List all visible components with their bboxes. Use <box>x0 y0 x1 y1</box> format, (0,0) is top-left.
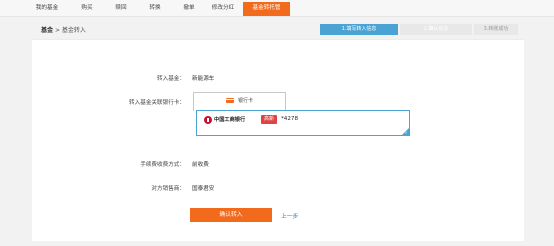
bank-card-option[interactable]: 中国工商银行 高新 *4278 ✓ <box>196 110 410 136</box>
fee-value: 前收费 <box>192 162 209 168</box>
top-navigation: 我的基金 购买 赎回 转换 撤单 修改分红 基金转托管 <box>0 0 554 17</box>
card-label: 转入基金关联银行卡： <box>129 100 185 106</box>
tab-redeem[interactable]: 赎回 <box>106 3 136 16</box>
fee-label: 手续费收费方式： <box>140 162 185 168</box>
breadcrumb: 基金 > 基金转入 <box>41 25 86 34</box>
tab-fund-transfer-custody[interactable]: 基金转托管 <box>243 2 290 16</box>
seller-value: 国泰君安 <box>192 186 215 192</box>
breadcrumb-current: 基金转入 <box>61 27 86 34</box>
bank-card-icon <box>226 98 234 103</box>
fund-value: 新能源车 <box>192 76 215 82</box>
bank-card-tab[interactable]: 银行卡 <box>193 92 286 111</box>
checkmark-icon: ✓ <box>404 130 408 135</box>
breadcrumb-home[interactable]: 基金 <box>41 27 53 34</box>
bank-name: 中国工商银行 <box>214 117 246 123</box>
previous-step-link[interactable]: 上一步 <box>281 211 298 220</box>
confirm-transfer-button[interactable]: 确认转入 <box>190 208 272 222</box>
tab-convert[interactable]: 转换 <box>140 3 170 16</box>
card-number-tail: *4278 <box>281 116 299 122</box>
fund-label: 转入基金： <box>157 76 185 82</box>
breadcrumb-separator: > <box>54 27 60 34</box>
step-confirm-info: 2.确认信息 <box>400 24 472 35</box>
breadcrumb-bar: 基金 > 基金转入 1.填写转入信息 2.确认信息 3.转账成功 <box>32 21 524 40</box>
step-fill-info: 1.填写转入信息 <box>320 24 398 35</box>
tab-my-funds[interactable]: 我的基金 <box>28 3 66 16</box>
step-transfer-success: 3.转账成功 <box>474 24 518 35</box>
tab-modify-dividend[interactable]: 修改分红 <box>205 3 241 16</box>
transfer-form-panel: 转入基金： 新能源车 转入基金关联银行卡： 银行卡 中国工商银行 高新 *427… <box>32 40 524 241</box>
bank-card-tab-label: 银行卡 <box>238 98 254 104</box>
tab-purchase[interactable]: 购买 <box>72 3 102 16</box>
seller-label: 对方销售商： <box>151 186 185 192</box>
bank-badge: 高新 <box>261 115 278 124</box>
icbc-logo-icon <box>204 116 212 124</box>
tab-cancel-order[interactable]: 撤单 <box>174 3 204 16</box>
